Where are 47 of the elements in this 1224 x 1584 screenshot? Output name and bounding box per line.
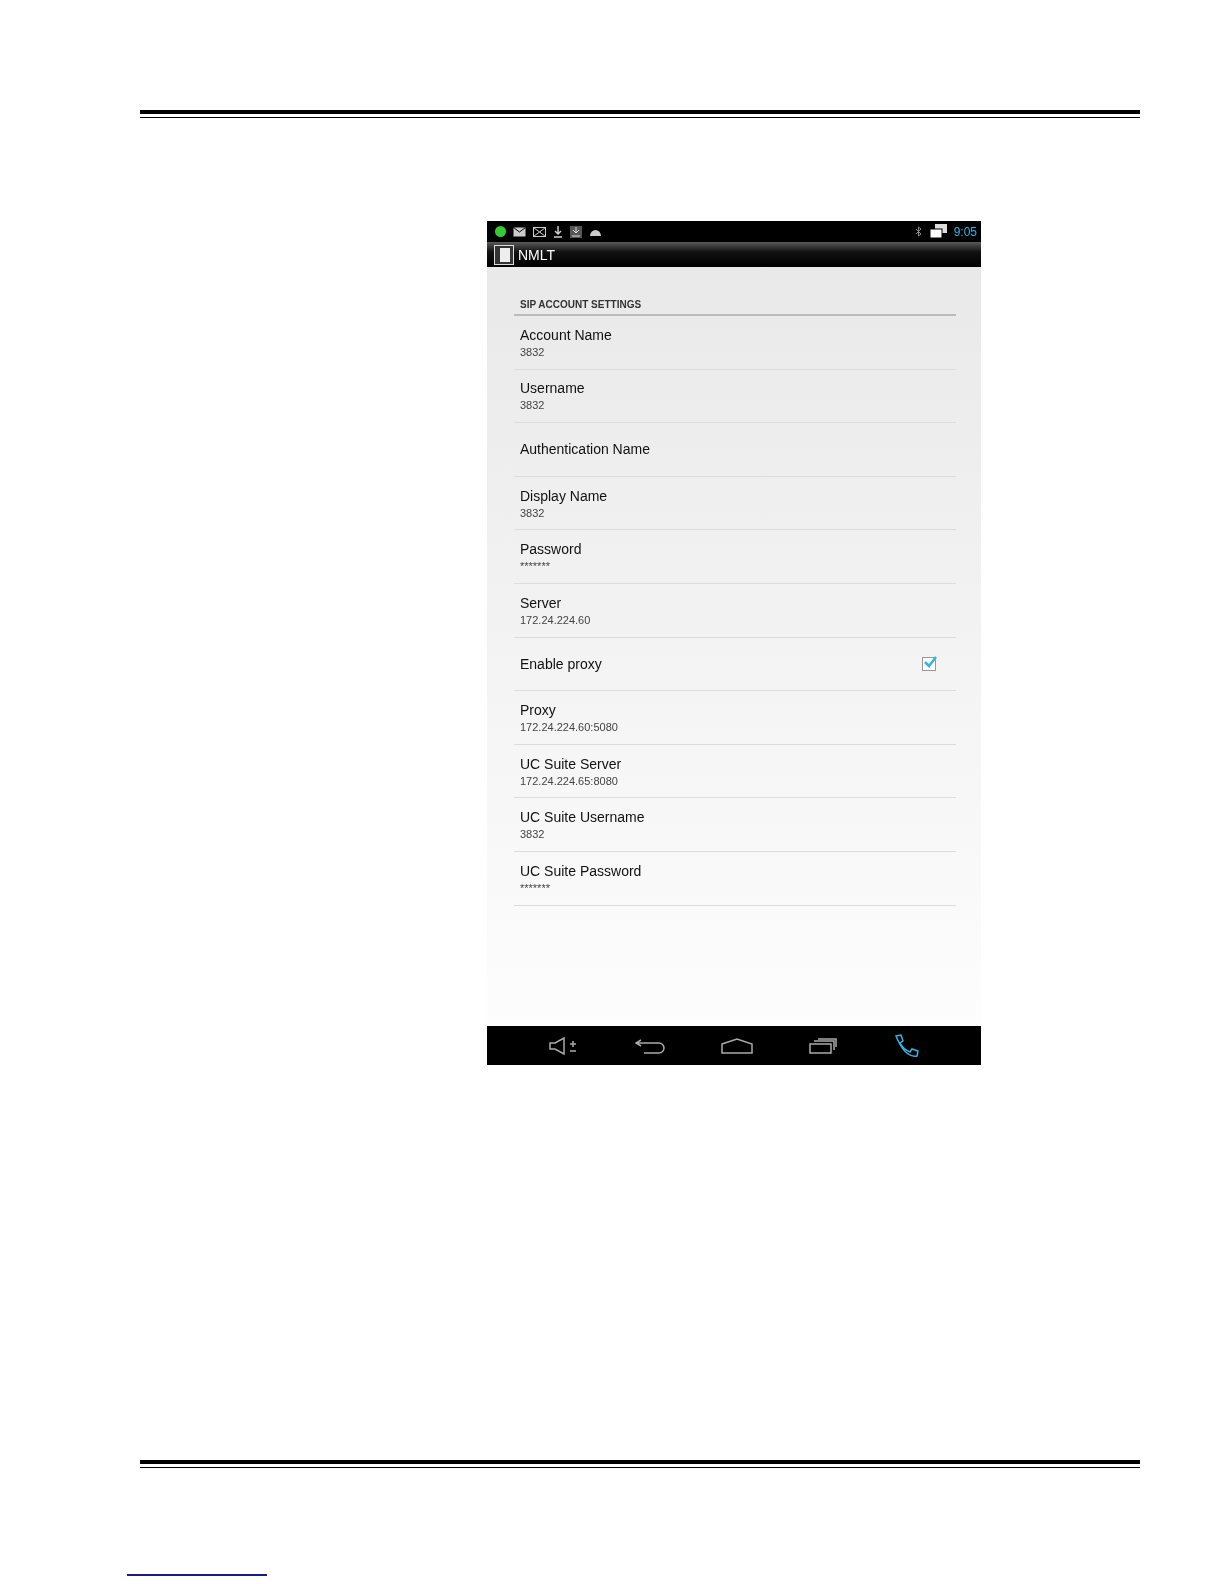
setting-title: Enable proxy — [520, 655, 603, 672]
app-icon — [494, 244, 514, 265]
settings-row[interactable]: Enable proxy — [514, 637, 956, 692]
download-icon — [570, 225, 582, 238]
download-icon — [553, 225, 563, 238]
setting-title: Authentication Name — [520, 441, 651, 458]
settings-row[interactable]: UC Suite Server 172.24.224.65:8080 — [514, 744, 956, 799]
settings-row[interactable]: Server 172.24.224.60 — [514, 583, 956, 638]
checkbox[interactable] — [922, 656, 936, 671]
phone-icon — [893, 1033, 919, 1058]
settings-row[interactable]: Password ******* — [514, 530, 956, 584]
mail-icon — [513, 226, 526, 237]
status-time: 9:05 — [953, 224, 977, 239]
bluetooth-icon — [914, 226, 922, 237]
app-title: NMLT — [518, 246, 556, 263]
setting-title: UC Suite Username — [520, 809, 646, 826]
setting-title: Display Name — [520, 487, 609, 504]
mail-icon — [533, 226, 546, 237]
volume-icon — [549, 1036, 579, 1055]
setting-title: Proxy — [520, 701, 557, 718]
setting-value: 172.24.224.65:8080 — [520, 774, 619, 787]
settings-row[interactable]: UC Suite Password ******* — [514, 851, 956, 906]
settings-row[interactable]: Display Name 3832 — [514, 476, 956, 531]
home-icon — [721, 1037, 753, 1054]
setting-value: 3832 — [520, 399, 546, 412]
setting-value: 3832 — [520, 506, 546, 519]
setting-title: UC Suite Password — [520, 862, 643, 879]
setting-value: ******* — [520, 881, 551, 894]
recent-apps-icon — [809, 1037, 837, 1054]
settings-row[interactable]: UC Suite Username 3832 — [514, 798, 956, 852]
setting-value: 172.24.224.60:5080 — [520, 720, 619, 733]
settings-row[interactable]: Username 3832 — [514, 369, 956, 424]
settings-row[interactable]: Proxy 172.24.224.60:5080 — [514, 691, 956, 745]
setting-title: Account Name — [520, 326, 613, 343]
notification-dot-icon — [495, 226, 506, 237]
setting-value: 3832 — [520, 345, 546, 358]
section-header: SIP ACCOUNT SETTINGS — [514, 296, 956, 316]
back-icon — [635, 1037, 665, 1054]
setting-value: ******* — [520, 560, 551, 573]
setting-value: 172.24.224.60 — [520, 613, 592, 626]
setting-title: UC Suite Server — [520, 755, 623, 772]
setting-title: Username — [520, 380, 586, 397]
settings-row[interactable]: Authentication Name — [514, 423, 956, 477]
setting-title: Password — [520, 541, 583, 558]
settings-row[interactable]: Account Name 3832 — [514, 316, 956, 370]
setting-title: Server — [520, 594, 563, 611]
setting-value: 3832 — [520, 828, 546, 841]
